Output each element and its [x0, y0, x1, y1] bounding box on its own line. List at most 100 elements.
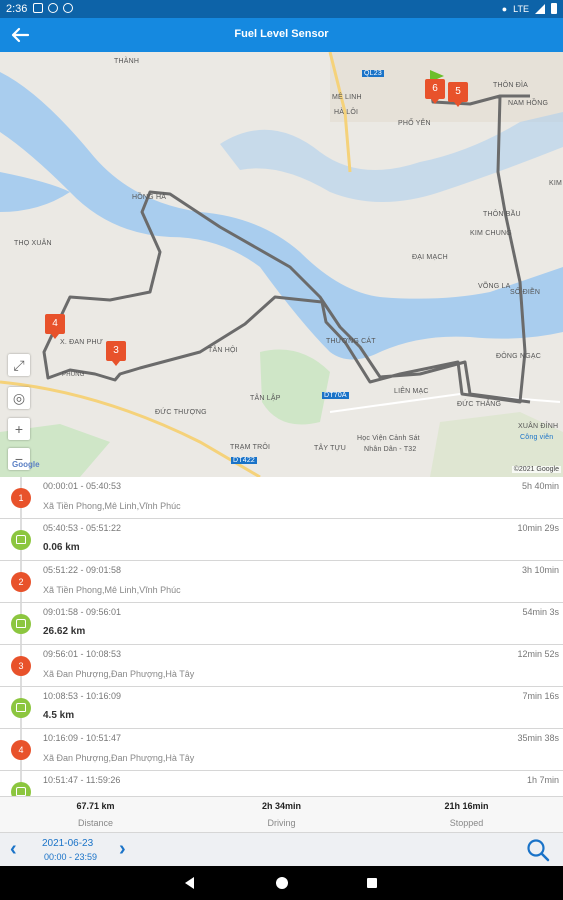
- address: Xã Tiền Phong,Mê Linh,Vĩnh Phúc: [43, 585, 181, 595]
- map-label: Công viên: [520, 434, 554, 441]
- duration: 7min 16s: [522, 691, 559, 701]
- summary-value: 67.71 km: [76, 801, 115, 811]
- map-label: TRẠM TRÔI: [230, 444, 271, 451]
- summary-value: 21h 16min: [444, 801, 489, 811]
- stop-badge: 1: [11, 488, 31, 508]
- map-label: THÀNH: [114, 58, 140, 65]
- stop-marker-4[interactable]: 4: [45, 314, 65, 339]
- list-item-move[interactable]: 09:01:58 - 09:56:01 54min 3s 26.62 km: [0, 603, 563, 645]
- map-label: MÊ LINH: [332, 94, 362, 101]
- app-bar: Fuel Level Sensor: [0, 18, 563, 52]
- map-label: Học Viện Cảnh Sát: [357, 435, 420, 442]
- map-area: [330, 52, 563, 122]
- map-label: TÂY TỰU: [314, 445, 347, 452]
- map-label: LIÊN MẠC: [394, 388, 429, 395]
- map-label: X. ĐAN PHƯ: [60, 339, 103, 346]
- map-label: SỐ ĐIỀN: [510, 289, 541, 296]
- address: Xã Tiền Phong,Mê Linh,Vĩnh Phúc: [43, 501, 181, 511]
- status-icons: [33, 3, 73, 13]
- location-icon: ●: [501, 3, 508, 14]
- list-item-stop[interactable]: 3 09:56:01 - 10:08:53 12min 52s Xã Đan P…: [0, 645, 563, 687]
- map-label: PHỐ YÊN: [398, 120, 431, 127]
- list-item-move[interactable]: 10:51:47 - 11:59:26 1h 7min: [0, 771, 563, 796]
- duration: 35min 38s: [517, 733, 559, 743]
- summary-label: Driving: [267, 818, 296, 828]
- zoom-in-icon[interactable]: +: [8, 418, 30, 440]
- map-label: HÀ LÔI: [334, 109, 359, 116]
- stop-marker-5[interactable]: 5: [448, 82, 468, 107]
- road-shield: DT70A: [322, 392, 349, 399]
- time-range: 00:00:01 - 05:40:53: [43, 481, 122, 491]
- map-view[interactable]: MÊ LINH HÀ LÔI PHỐ YÊN THÔN ĐÌA NAM HỒNG…: [0, 52, 563, 477]
- map-label: ĐỨC THẮNG: [457, 401, 502, 408]
- page-title: Fuel Level Sensor: [234, 28, 329, 40]
- address: Xã Đan Phượng,Đan Phượng,Hà Tây: [43, 669, 195, 679]
- chevron-left-icon[interactable]: ‹: [10, 839, 24, 859]
- distance: 26.62 km: [43, 626, 86, 637]
- map-copyright: ©2021 Google: [511, 466, 561, 473]
- stop-marker-6[interactable]: 6: [425, 79, 445, 104]
- duration: 1h 7min: [526, 775, 559, 785]
- search-icon[interactable]: [525, 837, 551, 863]
- stop-marker-3[interactable]: 3: [106, 341, 126, 366]
- stop-badge: 4: [11, 740, 31, 760]
- map-label: TÂN HỘI: [208, 347, 238, 354]
- status-time: 2:36: [6, 3, 28, 15]
- list-item-stop[interactable]: 2 05:51:22 - 09:01:58 3h 10min Xã Tiền P…: [0, 561, 563, 603]
- sync-icon: [63, 3, 73, 13]
- duration: 5h 40min: [521, 481, 559, 491]
- google-logo: Google: [12, 460, 40, 469]
- list-item-stop[interactable]: 4 10:16:09 - 10:51:47 35min 38s Xã Đan P…: [0, 729, 563, 771]
- network-type: LTE: [513, 3, 529, 14]
- list-item-stop[interactable]: 1 00:00:01 - 05:40:53 5h 40min Xã Tiền P…: [0, 477, 563, 519]
- distance: 4.5 km: [43, 710, 75, 721]
- time-window[interactable]: 00:00 - 23:59: [44, 852, 97, 862]
- trip-list[interactable]: 1 00:00:01 - 05:40:53 5h 40min Xã Tiền P…: [0, 477, 563, 796]
- system-nav-bar: [0, 866, 563, 900]
- status-bar: 2:36 ● LTE: [0, 0, 563, 18]
- nav-home-icon[interactable]: [276, 877, 288, 889]
- time-range: 05:40:53 - 05:51:22: [43, 523, 122, 533]
- duration: 12min 52s: [517, 649, 559, 659]
- map-label: THÔN BẦU: [483, 211, 521, 218]
- map-canvas[interactable]: [0, 52, 563, 477]
- distance: 0.06 km: [43, 542, 80, 553]
- map-label: NAM HỒNG: [508, 100, 549, 107]
- map-river: [220, 112, 563, 202]
- selected-date[interactable]: 2021-06-23: [42, 838, 93, 849]
- car-icon: [11, 530, 31, 550]
- summary-label: Distance: [77, 818, 113, 828]
- summary-value: 2h 34min: [261, 801, 301, 811]
- map-label: HỒNG HÀ: [132, 194, 167, 201]
- map-label: ĐÔNG NGẠC: [496, 353, 541, 360]
- locate-icon[interactable]: ◎: [8, 387, 30, 409]
- nav-back-icon[interactable]: [185, 877, 194, 889]
- map-label: XUÂN ĐỈNH: [518, 423, 559, 430]
- road-shield: DT422: [231, 457, 258, 464]
- map-label: ĐỨC THƯỢNG: [155, 409, 207, 416]
- chevron-right-icon[interactable]: ›: [119, 839, 133, 859]
- notification-square-icon: [33, 3, 43, 13]
- car-icon: [11, 698, 31, 718]
- list-item-move[interactable]: 05:40:53 - 05:51:22 10min 29s 0.06 km: [0, 519, 563, 561]
- time-range: 10:51:47 - 11:59:26: [43, 775, 121, 785]
- fullscreen-icon[interactable]: ⤢: [8, 354, 30, 376]
- map-label: THƯỢNG CÁT: [326, 338, 376, 345]
- map-park: [260, 349, 330, 425]
- duration: 10min 29s: [517, 523, 559, 533]
- map-label: THỌ XUÂN: [14, 240, 52, 247]
- battery-icon: [551, 3, 557, 14]
- nav-recents-icon[interactable]: [367, 878, 377, 888]
- time-range: 05:51:22 - 09:01:58: [43, 565, 122, 575]
- list-item-move[interactable]: 10:08:53 - 10:16:09 7min 16s 4.5 km: [0, 687, 563, 729]
- car-icon: [11, 614, 31, 634]
- duration: 54min 3s: [522, 607, 559, 617]
- settings-icon: [48, 3, 58, 13]
- map-label: ĐẠI MẠCH: [412, 254, 448, 261]
- address: Xã Đan Phượng,Đan Phượng,Hà Tây: [43, 753, 195, 763]
- car-icon: [11, 782, 31, 796]
- road-shield: QL23: [362, 70, 384, 77]
- summary-label: Stopped: [449, 818, 484, 828]
- date-bar: ‹ 2021-06-23 00:00 - 23:59 ›: [0, 832, 563, 866]
- time-range: 10:16:09 - 10:51:47: [43, 733, 122, 743]
